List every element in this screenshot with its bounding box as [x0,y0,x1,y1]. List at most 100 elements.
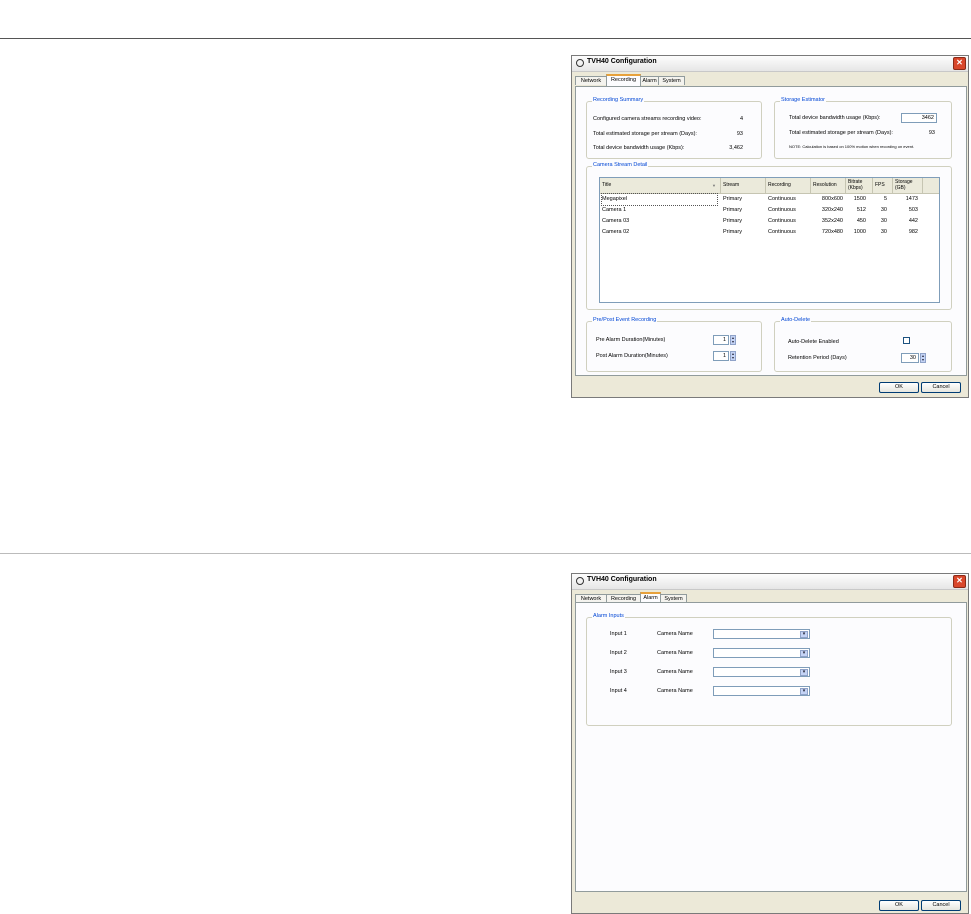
alarm-input-label: Input 2 [610,650,627,656]
tab-panel: Recording Summary Configured camera stre… [575,86,967,376]
cell-storage: 503 [908,207,918,213]
camera-stream-table: Title ▼ Stream Recording Resolution Bitr… [599,177,940,303]
column-header-resolution[interactable]: Resolution [811,178,846,193]
bandwidth-label: Total device bandwidth usage (Kbps): [789,115,881,121]
cell-recording: Continuous [768,218,796,224]
group-title: Storage Estimator [780,97,827,103]
alarm-input-label: Input 4 [610,688,627,694]
config-window-recording: TVH40 Configuration ✕ Network Recording … [571,55,969,398]
camera-name-label: Camera Name [657,688,693,694]
recording-summary-group: Recording Summary Configured camera stre… [586,97,762,159]
storage-estimator-group: Storage Estimator Total device bandwidth… [774,97,952,159]
tab-recording[interactable]: Recording [606,74,641,86]
post-alarm-spinner[interactable]: ▴ ▾ [730,351,736,361]
auto-delete-checkbox[interactable] [903,337,910,344]
camera-name-label: Camera Name [657,650,693,656]
cell-stream: Primary [723,207,742,213]
chevron-down-icon[interactable]: ▾ [800,688,808,695]
column-header-title[interactable]: Title ▼ [600,178,721,193]
chevron-down-icon[interactable]: ▾ [800,631,808,638]
cancel-button[interactable]: Cancel [921,382,961,393]
tab-system[interactable]: System [658,76,685,85]
cell-bitrate: 1500 [853,196,866,202]
cell-resolution: 320x240 [821,207,843,213]
tab-panel: Alarm Inputs Input 1 Camera Name ▾ Input 2 C… [575,602,967,892]
cell-resolution: 720x480 [821,229,843,235]
column-header-label: Title [602,181,612,188]
summary-value: 3,462 [729,145,743,151]
cell-title: Camera 02 [602,229,630,235]
pre-alarm-label: Pre Alarm Duration(Minutes) [596,337,666,343]
alarm-input-label: Input 1 [610,631,627,637]
pre-alarm-input[interactable]: 1 [713,335,729,345]
column-header-stream[interactable]: Stream [721,178,766,193]
table-row[interactable]: Camera 02 Primary Continuous 720x480 1000 30 9… [600,227,939,238]
cell-stream: Primary [723,218,742,224]
config-window-alarm: TVH40 Configuration ✕ Network Recording … [571,573,969,914]
cell-recording: Continuous [768,207,796,213]
auto-delete-enabled-label: Auto-Delete Enabled [788,339,839,345]
group-title: Camera Stream Detail [592,162,649,168]
table-row[interactable]: Megapixel Primary Continuous 800x600 1500 5 14… [600,193,939,206]
chevron-down-icon[interactable]: ▾ [800,669,808,676]
table-header: Title ▼ Stream Recording Resolution Bitr… [600,178,939,194]
column-header-bitrate[interactable]: Bitrate (Kbps) [846,178,873,193]
summary-value: 93 [736,131,743,137]
cell-stream: Primary [723,229,742,235]
cell-bitrate: 1000 [853,229,866,235]
camera-name-select[interactable]: ▾ [713,667,810,677]
retention-period-label: Retention Period (Days) [788,355,847,361]
cancel-button[interactable]: Cancel [921,900,961,911]
cell-resolution: 800x600 [821,196,843,202]
summary-value: 4 [739,116,743,122]
app-icon [576,59,584,67]
title-bar[interactable]: TVH40 Configuration ✕ [572,56,968,72]
page-rule-middle [0,553,971,554]
cell-resolution: 352x240 [821,218,843,224]
retention-period-input[interactable]: 30 [901,353,919,363]
cell-fps: 30 [880,229,887,235]
window-title: TVH40 Configuration [587,58,657,65]
cell-storage: 442 [908,218,918,224]
bandwidth-input[interactable]: 3462 [901,113,937,123]
camera-name-select[interactable]: ▾ [713,648,810,658]
cell-fps: 5 [883,196,887,202]
group-title: Recording Summary [592,97,645,103]
sort-arrow-icon: ▼ [712,182,716,188]
camera-name-select[interactable]: ▾ [713,686,810,696]
retention-period-spinner[interactable]: ▴ ▾ [920,353,926,363]
cell-fps: 30 [880,218,887,224]
column-header-fps[interactable]: FPS [873,178,893,193]
cell-storage: 1473 [905,196,918,202]
alarm-input-label: Input 3 [610,669,627,675]
post-alarm-input[interactable]: 1 [713,351,729,361]
table-row[interactable]: Camera 03 Primary Continuous 352x240 450 30 44… [600,216,939,227]
cell-title: Camera 03 [602,218,630,224]
close-icon[interactable]: ✕ [953,57,966,70]
table-row[interactable]: Camera 1 Primary Continuous 320x240 512 30 503 [600,205,939,216]
app-icon [576,577,584,585]
group-title: Auto-Delete [780,317,812,323]
storage-days-label: Total estimated storage per stream (Days… [789,130,893,136]
tab-alarm[interactable]: Alarm [640,76,659,85]
chevron-down-icon[interactable]: ▾ [800,650,808,657]
pre-alarm-spinner[interactable]: ▴ ▾ [730,335,736,345]
cell-recording: Continuous [768,229,796,235]
close-icon[interactable]: ✕ [953,575,966,588]
ok-button[interactable]: OK [879,382,919,393]
ok-button[interactable]: OK [879,900,919,911]
group-title: Pre/Post Event Recording [592,317,658,323]
camera-stream-detail-group: Camera Stream Detail Title ▼ Stream Reco… [586,162,952,310]
title-bar[interactable]: TVH40 Configuration ✕ [572,574,968,590]
cell-bitrate: 450 [856,218,866,224]
tab-network[interactable]: Network [575,76,607,85]
column-header-storage[interactable]: Storage (GB) [893,178,923,193]
cell-title: Megapixel [601,193,718,206]
summary-label: Configured camera streams recording vide… [593,116,702,122]
cell-title: Camera 1 [602,207,627,213]
cell-storage: 982 [908,229,918,235]
camera-name-select[interactable]: ▾ [713,629,810,639]
summary-label: Total estimated storage per stream (Days… [593,131,697,137]
pre-post-event-group: Pre/Post Event Recording Pre Alarm Durat… [586,317,762,372]
column-header-recording[interactable]: Recording [766,178,811,193]
